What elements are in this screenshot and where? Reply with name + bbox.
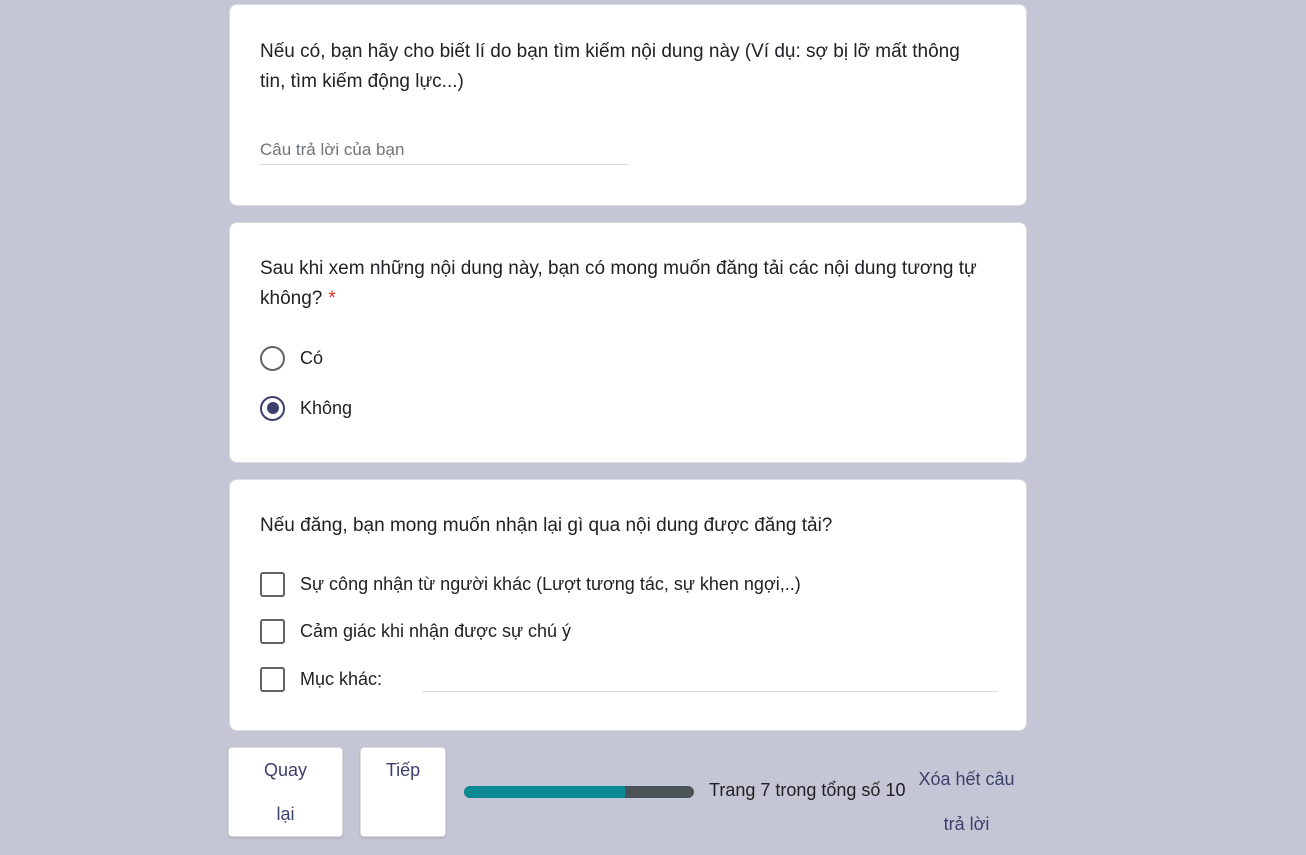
back-label-line1: Quay [263, 760, 308, 780]
question-title: Sau khi xem những nội dung này, bạn có m… [260, 254, 990, 314]
question-card-post: Sau khi xem những nội dung này, bạn có m… [229, 222, 1027, 463]
checkbox[interactable] [260, 666, 285, 692]
progress-text: Trang 7 trong tổng số 10 [709, 780, 906, 800]
question-title-text: Sau khi xem những nội dung này, bạn có m… [260, 258, 977, 309]
other-answer-input[interactable] [422, 664, 998, 692]
radio-option-khong[interactable]: Không [260, 393, 352, 423]
back-button[interactable]: Quay lại [228, 747, 343, 837]
next-label: Tiếp [385, 760, 421, 780]
clear-label-line1: Xóa hết câu [918, 769, 1015, 789]
next-button[interactable]: Tiếp [360, 747, 446, 837]
checkbox-label: Mục khác: [300, 668, 383, 689]
checkbox[interactable] [260, 618, 285, 644]
question-card-reason: Nếu có, bạn hãy cho biết lí do bạn tìm k… [229, 4, 1027, 206]
checkbox[interactable] [260, 571, 285, 597]
radio-button-khong[interactable] [260, 395, 285, 421]
clear-label-line2: trả lời [943, 814, 990, 834]
required-asterisk: * [328, 288, 336, 309]
radio-label: Không [300, 397, 353, 418]
progress-bar-fill [464, 786, 625, 798]
radio-label: Có [300, 347, 324, 368]
radio-option-co[interactable]: Có [260, 343, 323, 373]
question-card-expect: Nếu đăng, bạn mong muốn nhận lại gì qua … [229, 479, 1027, 731]
back-label-line2: lại [276, 804, 295, 824]
clear-form-button[interactable]: Xóa hết câu trả lời [905, 757, 1028, 847]
radio-button-co[interactable] [260, 345, 285, 371]
question-title: Nếu đăng, bạn mong muốn nhận lại gì qua … [260, 515, 833, 536]
checkbox-label: Cảm giác khi nhận được sự chú ý [300, 620, 572, 641]
checkbox-option-recognition[interactable]: Sự công nhận từ người khác (Lượt tương t… [260, 569, 801, 599]
checkbox-option-other[interactable]: Mục khác: [260, 664, 382, 694]
checkbox-option-attention[interactable]: Cảm giác khi nhận được sự chú ý [260, 616, 571, 646]
progress-bar [464, 786, 694, 798]
question-title: Nếu có, bạn hãy cho biết lí do bạn tìm k… [260, 41, 960, 92]
checkbox-label: Sự công nhận từ người khác (Lượt tương t… [300, 573, 801, 594]
answer-input[interactable] [260, 135, 629, 165]
